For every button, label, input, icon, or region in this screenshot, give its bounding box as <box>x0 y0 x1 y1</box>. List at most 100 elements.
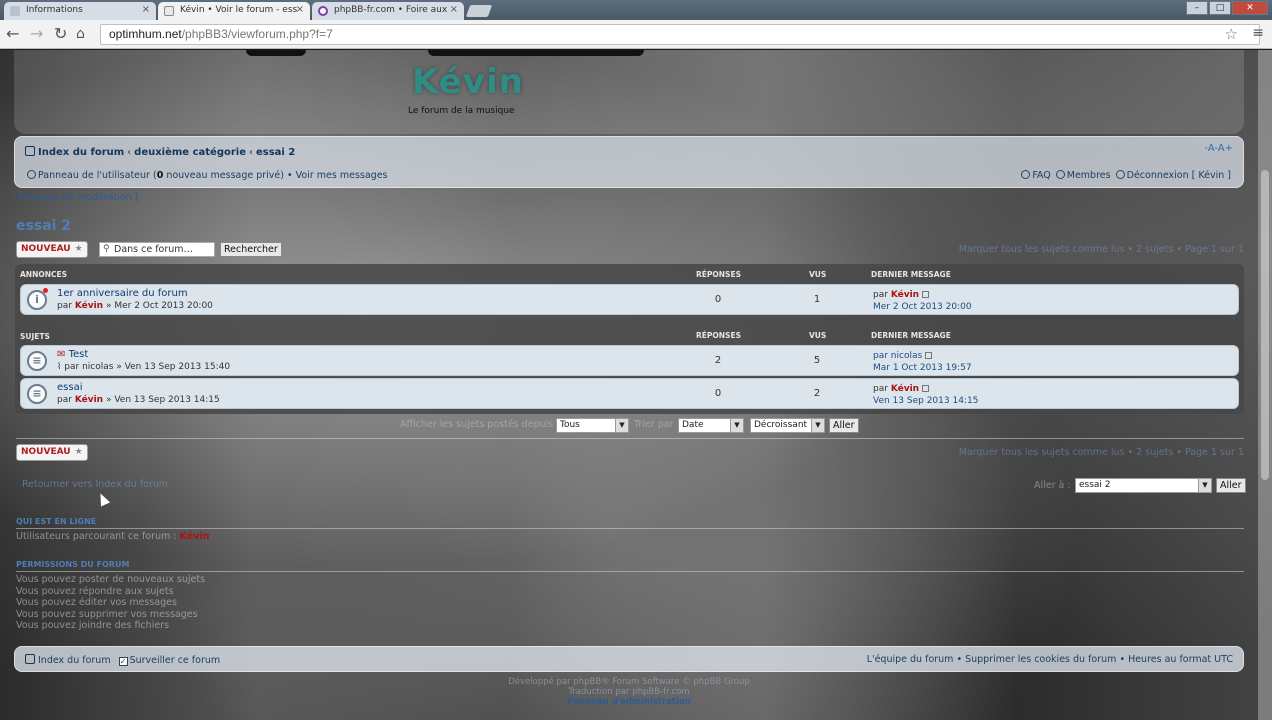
unread-post-icon[interactable]: ✉ <box>57 349 65 360</box>
online-heading: QUI EST EN LIGNE <box>16 517 97 526</box>
sort-order-value: Décroissant <box>754 420 808 430</box>
page-icon <box>10 6 20 16</box>
crumb-separator: ‹ <box>248 147 253 158</box>
footer-links[interactable]: L'équipe du forum • Supprimer les cookie… <box>867 654 1233 665</box>
online-text: Utilisateurs parcourant ce forum : Kévin <box>16 531 209 543</box>
permission-line: Vous pouvez poster de nouveaux sujets <box>16 574 206 585</box>
minimize-button[interactable]: – <box>1186 1 1208 15</box>
announcement-row[interactable]: i 1er anniversaire du forum par Kévin » … <box>20 284 1239 315</box>
jump-select[interactable]: essai 2 ▼ <box>1075 478 1212 493</box>
watch-forum-link[interactable]: Surveiller ce forum <box>130 655 221 666</box>
forum-title[interactable]: essai 2 <box>16 218 71 234</box>
bullet: • <box>287 170 293 181</box>
permissions-heading: PERMISSIONS DU FORUM <box>16 560 130 569</box>
last-date: Mer 2 Oct 2013 20:00 <box>873 302 972 312</box>
logout-link[interactable]: Déconnexion [ Kévin ] <box>1127 170 1231 181</box>
site-title[interactable]: Kévin <box>412 62 524 102</box>
view-latest-icon[interactable] <box>925 352 933 359</box>
chevron-down-icon: ▼ <box>811 419 824 432</box>
new-tab-button[interactable] <box>465 5 493 17</box>
topic-title[interactable]: ✉ Test <box>57 349 88 360</box>
admin-panel-link[interactable]: Panneau d'administration <box>0 697 1258 707</box>
bookmark-star-icon[interactable]: ☆ <box>1225 25 1238 43</box>
topic-title[interactable]: essai <box>57 382 82 393</box>
topic-row[interactable]: ≡ ✉ Test ⌇ par nicolas » Ven 13 Sep 2013… <box>20 345 1239 376</box>
site-header: Kévin Le forum de la musique <box>14 50 1244 134</box>
sort-by-label: Trier par <box>634 419 674 430</box>
close-icon[interactable]: × <box>142 4 150 15</box>
online-user[interactable]: Kévin <box>180 531 210 542</box>
home-icon[interactable]: ⌂ <box>76 24 85 44</box>
topic-by[interactable]: par nicolas <box>64 362 113 372</box>
browser-tab-forum[interactable]: Kévin • Voir le forum - ess × <box>158 2 310 20</box>
tab-label: Informations <box>26 5 83 15</box>
col-last-post: DERNIER MESSAGE <box>871 331 951 340</box>
header-links: FAQ Membres Déconnexion [ Kévin ] <box>1019 170 1231 181</box>
jump-go-button[interactable]: Aller <box>1216 478 1246 493</box>
sort-key-select[interactable]: Date ▼ <box>678 418 744 433</box>
search-input[interactable]: ⚲ Dans ce forum… <box>99 242 215 257</box>
members-icon <box>1055 170 1065 179</box>
sort-order-select[interactable]: Décroissant ▼ <box>750 418 825 433</box>
font-size-toggle[interactable]: -A-A+ <box>1204 143 1233 154</box>
last-author[interactable]: Kévin <box>891 290 919 300</box>
crumb-category[interactable]: deuxième catégorie <box>134 147 246 158</box>
crumb-index[interactable]: Index du forum <box>38 147 124 158</box>
url-host: optimhum.net <box>109 27 182 41</box>
browser-tab-phpbb[interactable]: phpBB-fr.com • Foire aux × <box>312 2 464 20</box>
back-to-index-link[interactable]: Retourner vers Index du forum <box>22 479 168 490</box>
window-close-button[interactable]: ✕ <box>1232 1 1268 15</box>
last-author[interactable]: Kévin <box>891 384 919 394</box>
translation-line: Traduction par phpBB-fr.com <box>568 687 690 697</box>
topic-title[interactable]: 1er anniversaire du forum <box>57 288 188 299</box>
close-icon[interactable]: × <box>450 4 458 15</box>
show-days-select[interactable]: Tous ▼ <box>556 418 629 433</box>
faq-link[interactable]: FAQ <box>1032 170 1050 181</box>
replies-count: 0 <box>714 388 722 399</box>
crumb-forum[interactable]: essai 2 <box>256 147 295 158</box>
reload-icon[interactable]: ↻ <box>54 24 67 44</box>
back-icon[interactable]: ← <box>6 24 19 44</box>
topic-author[interactable]: Kévin <box>75 301 103 311</box>
watch-checkbox-icon[interactable]: ✓ <box>118 657 128 666</box>
footer-index-link[interactable]: Index du forum <box>38 655 111 666</box>
ucp-suffix[interactable]: nouveau message privé) <box>163 170 284 181</box>
topics-header: SUJETS RÉPONSES VUS DERNIER MESSAGE <box>15 326 1244 342</box>
moderation-link[interactable]: Panneau de modération ] <box>18 192 138 203</box>
search-button[interactable]: Rechercher <box>220 242 282 257</box>
announcements-heading: ANNONCES <box>20 270 68 279</box>
page-scrollbar[interactable] <box>1258 50 1272 720</box>
browser-tab-informations[interactable]: Informations × <box>4 2 156 20</box>
chevron-down-icon: ▼ <box>730 419 743 432</box>
pagination-bottom[interactable]: Marquer tous les sujets comme lus • 2 su… <box>959 447 1244 458</box>
ucp-prefix[interactable]: Panneau de l'utilisateur ( <box>38 170 157 181</box>
close-icon[interactable]: × <box>296 4 304 15</box>
topic-by: par <box>57 301 72 311</box>
user-panel-icon <box>27 170 36 179</box>
sort-go-button[interactable]: Aller <box>829 418 859 433</box>
pagination-top[interactable]: Marquer tous les sujets comme lus • 2 su… <box>959 244 1244 255</box>
col-replies: RÉPONSES <box>696 270 741 279</box>
last-by[interactable]: par nicolas <box>873 351 922 361</box>
header-decoration <box>428 50 644 56</box>
address-bar[interactable]: optimhum.net/phpBB3/viewforum.php?f=7 <box>100 24 1260 45</box>
view-latest-icon[interactable] <box>922 385 930 392</box>
topic-author[interactable]: Kévin <box>75 395 103 405</box>
view-latest-icon[interactable] <box>922 291 930 298</box>
new-topic-label: NOUVEAU <box>21 447 71 457</box>
topic-title-text[interactable]: Test <box>69 349 89 360</box>
scrollbar-thumb[interactable] <box>1261 170 1269 480</box>
forward-icon[interactable]: → <box>30 24 43 44</box>
permission-line: Vous pouvez supprimer vos messages <box>16 608 198 620</box>
new-topic-button[interactable]: NOUVEAU ★ <box>16 241 88 258</box>
maximize-button[interactable]: □ <box>1209 1 1231 15</box>
divider <box>16 571 1244 572</box>
members-link[interactable]: Membres <box>1067 170 1111 181</box>
view-messages-link[interactable]: Voir mes messages <box>296 170 388 181</box>
unread-dot-icon <box>43 288 48 293</box>
new-topic-label: NOUVEAU <box>21 244 71 254</box>
permission-line: Vous pouvez éditer vos messages <box>16 597 177 608</box>
menu-icon[interactable]: ≡ <box>1252 25 1264 41</box>
topic-row[interactable]: ≡ essai par Kévin » Ven 13 Sep 2013 14:1… <box>20 378 1239 409</box>
new-topic-button-bottom[interactable]: NOUVEAU ★ <box>16 444 88 461</box>
